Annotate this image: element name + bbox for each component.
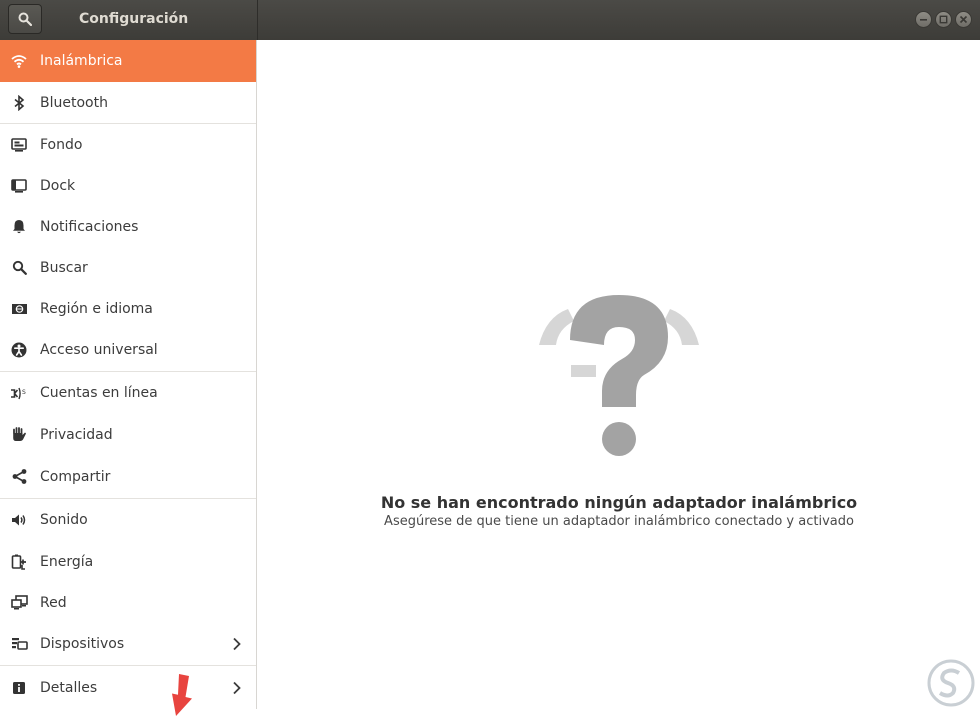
minimize-icon <box>920 19 927 21</box>
sidebar-item-label: Fondo <box>40 136 83 153</box>
sidebar-item-cuentas-en-linea[interactable]: S Cuentas en línea <box>0 372 256 414</box>
close-icon <box>959 15 968 24</box>
empty-state-subtitle: Asegúrese de que tiene un adaptador inal… <box>384 514 854 529</box>
sidebar-item-energia[interactable]: Energía <box>0 541 256 582</box>
sidebar-item-label: Bluetooth <box>40 94 108 111</box>
bell-icon <box>10 218 28 236</box>
search-icon <box>18 12 32 26</box>
sidebar-item-acceso-universal[interactable]: Acceso universal <box>0 329 256 371</box>
sidebar-item-label: Región e idioma <box>40 300 153 317</box>
header-bar: Configuración <box>0 0 980 40</box>
sidebar-item-label: Compartir <box>40 468 111 485</box>
sidebar-item-buscar[interactable]: Buscar <box>0 247 256 288</box>
annotation-arrow-icon <box>172 674 192 716</box>
sidebar-item-label: Inalámbrica <box>40 53 123 69</box>
watermark-logo-icon <box>927 659 975 707</box>
devices-icon <box>10 635 28 653</box>
online-accounts-icon: S <box>10 384 28 402</box>
minimize-button[interactable] <box>915 11 932 28</box>
search-icon <box>10 259 28 277</box>
info-icon <box>10 679 28 697</box>
background-icon <box>10 136 28 154</box>
network-icon <box>10 594 28 612</box>
header-separator <box>257 0 258 40</box>
question-mark-wifi-icon <box>539 295 699 456</box>
sidebar-item-dock[interactable]: Dock <box>0 165 256 206</box>
sidebar-item-fondo[interactable]: Fondo <box>0 124 256 165</box>
sidebar-item-notificaciones[interactable]: Notificaciones <box>0 206 256 247</box>
window-title: Configuración <box>79 11 189 27</box>
hand-icon <box>10 426 28 444</box>
sidebar-item-label: Privacidad <box>40 426 113 443</box>
wifi-icon <box>10 52 28 70</box>
window-controls <box>915 11 972 28</box>
sidebar-item-label: Detalles <box>40 679 98 696</box>
share-icon <box>10 468 28 486</box>
accessibility-icon <box>10 341 28 359</box>
sidebar-item-label: Dock <box>40 177 76 194</box>
sidebar: Inalámbrica Bluetooth Fondo Dock Notific… <box>0 40 257 716</box>
sidebar-item-label: Buscar <box>40 259 88 276</box>
power-icon <box>10 553 28 571</box>
maximize-icon <box>939 15 948 24</box>
chevron-right-icon <box>229 681 243 695</box>
sidebar-item-label: Notificaciones <box>40 218 139 235</box>
sidebar-item-inalambrica[interactable]: Inalámbrica <box>0 40 256 82</box>
sidebar-item-privacidad[interactable]: Privacidad <box>0 414 256 455</box>
main-panel: No se han encontrado ningún adaptador in… <box>258 40 980 709</box>
sidebar-item-label: Cuentas en línea <box>40 385 158 401</box>
svg-text:S: S <box>22 389 26 396</box>
sidebar-item-dispositivos[interactable]: Dispositivos <box>0 623 256 665</box>
maximize-button[interactable] <box>935 11 952 28</box>
close-button[interactable] <box>955 11 972 28</box>
sidebar-item-sonido[interactable]: Sonido <box>0 499 256 541</box>
search-button[interactable] <box>8 4 42 34</box>
sidebar-item-red[interactable]: Red <box>0 582 256 623</box>
bluetooth-icon <box>10 94 28 112</box>
sidebar-item-compartir[interactable]: Compartir <box>0 455 256 498</box>
region-icon <box>10 300 28 318</box>
speaker-icon <box>10 511 28 529</box>
sidebar-item-region-idioma[interactable]: Región e idioma <box>0 288 256 329</box>
sidebar-item-label: Energía <box>40 553 94 570</box>
sidebar-item-label: Sonido <box>40 512 88 528</box>
sidebar-item-label: Dispositivos <box>40 636 125 652</box>
sidebar-item-bluetooth[interactable]: Bluetooth <box>0 82 256 123</box>
dock-icon <box>10 177 28 195</box>
sidebar-item-detalles[interactable]: Detalles <box>0 666 256 709</box>
sidebar-item-label: Red <box>40 594 67 611</box>
sidebar-item-label: Acceso universal <box>40 342 158 358</box>
chevron-right-icon <box>229 637 243 651</box>
empty-state-title: No se han encontrado ningún adaptador in… <box>380 493 858 512</box>
